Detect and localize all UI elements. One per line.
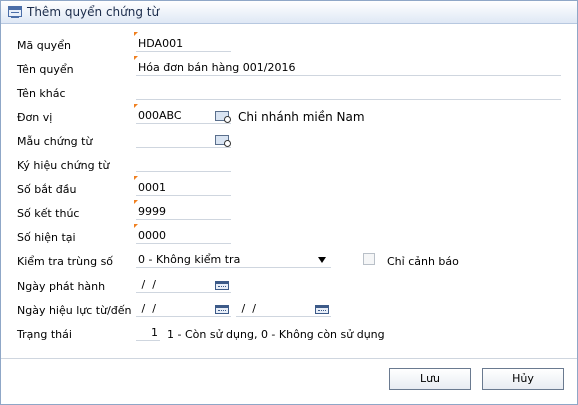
label-ky-hieu: Ký hiệu chứng từ: [17, 159, 110, 172]
window-icon: [8, 6, 22, 18]
mau-chung-tu-lookup-icon[interactable]: [215, 135, 231, 147]
label-so-hien-tai: Số hiện tại: [17, 231, 76, 244]
ten-khac-input[interactable]: [136, 84, 561, 100]
label-ma-quyen: Mã quyển: [17, 39, 71, 52]
chi-canh-bao-label: Chỉ cảnh báo: [387, 255, 459, 268]
ten-quyen-input[interactable]: Hóa đơn bán hàng 001/2016: [134, 56, 561, 76]
label-kiem-tra: Kiểm tra trùng số: [17, 255, 114, 268]
so-ket-thuc-input[interactable]: 9999: [134, 200, 231, 220]
footer-divider: [1, 358, 577, 359]
chevron-down-icon[interactable]: [318, 257, 326, 263]
label-ten-quyen: Tên quyển: [17, 63, 74, 76]
calendar-icon[interactable]: [315, 305, 329, 314]
trang-thai-hint: 1 - Còn sử dụng, 0 - Không còn sử dụng: [167, 328, 385, 341]
so-bat-dau-input[interactable]: 0001: [134, 176, 231, 196]
label-mau-chung-tu: Mẫu chứng từ: [17, 135, 93, 148]
ma-quyen-input[interactable]: HDA001: [134, 32, 231, 52]
save-button[interactable]: Lưu: [389, 368, 471, 390]
label-so-ket-thuc: Số kết thúc: [17, 207, 80, 220]
cancel-button[interactable]: Hủy: [482, 368, 564, 390]
don-vi-lookup-icon[interactable]: [215, 111, 231, 123]
label-ngay-phat-hanh: Ngày phát hành: [17, 280, 106, 293]
label-trang-thai: Trạng thái: [17, 328, 72, 341]
label-ten-khac: Tên khác: [17, 87, 66, 100]
kiem-tra-select[interactable]: 0 - Không kiểm tra: [136, 252, 331, 268]
trang-thai-input[interactable]: 1: [136, 325, 160, 341]
chi-canh-bao-checkbox[interactable]: [363, 253, 375, 265]
ky-hieu-input[interactable]: [136, 156, 231, 172]
title-bar: Thêm quyển chứng từ: [1, 1, 577, 24]
window-title: Thêm quyển chứng từ: [27, 5, 160, 19]
calendar-icon[interactable]: [215, 305, 229, 314]
label-don-vi: Đơn vị: [17, 111, 53, 124]
label-so-bat-dau: Số bắt đầu: [17, 183, 77, 196]
dialog-window: Thêm quyển chứng từ Mã quyển HDA001 Tên …: [0, 0, 578, 405]
don-vi-name: Chi nhánh miền Nam: [238, 110, 365, 124]
so-hien-tai-input[interactable]: 0000: [134, 224, 231, 244]
label-ngay-hieu-luc: Ngày hiệu lực từ/đến: [17, 304, 132, 317]
calendar-icon[interactable]: [215, 281, 229, 290]
